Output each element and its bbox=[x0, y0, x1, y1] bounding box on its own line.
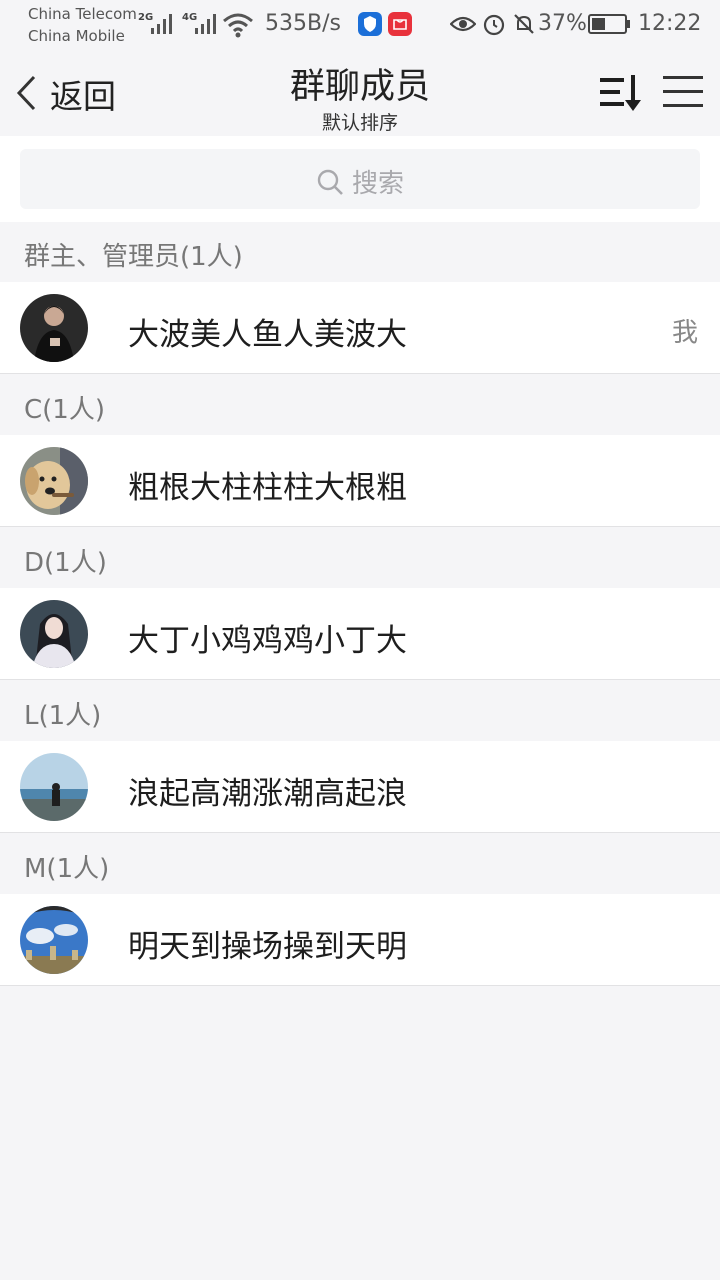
section-label: 群主、管理员(1人) bbox=[24, 242, 243, 272]
carrier-2: China Mobile bbox=[28, 27, 125, 45]
alarm-icon bbox=[483, 14, 505, 36]
avatar bbox=[20, 753, 88, 821]
member-name: 粗根大柱柱柱大根粗 bbox=[128, 470, 407, 506]
search-placeholder: 搜索 bbox=[351, 169, 404, 199]
avatar bbox=[20, 294, 88, 362]
section-header-c: C(1人) bbox=[0, 375, 720, 435]
search-icon bbox=[317, 169, 343, 195]
battery-percent: 37% bbox=[538, 11, 587, 36]
wifi-icon bbox=[223, 13, 253, 38]
store-app-icon bbox=[388, 12, 412, 36]
section-header-admin: 群主、管理员(1人) bbox=[0, 222, 720, 282]
member-name: 大丁小鸡鸡鸡小丁大 bbox=[128, 623, 407, 659]
search-placeholder-wrap: 搜索 bbox=[20, 163, 700, 200]
section-label: M(1人) bbox=[24, 854, 110, 884]
section-label: D(1人) bbox=[24, 548, 107, 578]
member-row[interactable]: 明天到操场操到天明 bbox=[0, 894, 720, 986]
carrier-1: China Telecom bbox=[28, 5, 137, 23]
self-tag: 我 bbox=[671, 318, 698, 348]
member-row[interactable]: 大波美人鱼人美波大 我 bbox=[0, 282, 720, 374]
member-name: 明天到操场操到天明 bbox=[128, 929, 407, 965]
search-area: 搜索 bbox=[0, 136, 720, 222]
menu-icon[interactable] bbox=[662, 72, 704, 110]
avatar bbox=[20, 906, 88, 974]
status-bar: China Telecom China Mobile 2G 4G 535B/s … bbox=[0, 0, 720, 50]
security-app-icon bbox=[358, 12, 382, 36]
signal-icon bbox=[151, 14, 172, 34]
network-speed: 535B/s bbox=[265, 11, 341, 36]
clock: 12:22 bbox=[638, 11, 702, 36]
section-label: L(1人) bbox=[24, 701, 102, 731]
member-row[interactable]: 大丁小鸡鸡鸡小丁大 bbox=[0, 588, 720, 680]
section-header-d: D(1人) bbox=[0, 528, 720, 588]
section-header-l: L(1人) bbox=[0, 681, 720, 741]
nav-header: 返回 群聊成员 默认排序 bbox=[0, 50, 720, 136]
eye-icon bbox=[450, 16, 476, 32]
member-name: 浪起高潮涨潮高起浪 bbox=[128, 776, 407, 812]
mute-notification-icon bbox=[514, 14, 534, 34]
avatar bbox=[20, 600, 88, 668]
section-header-m: M(1人) bbox=[0, 834, 720, 894]
search-input[interactable]: 搜索 bbox=[20, 149, 700, 209]
member-row[interactable]: 粗根大柱柱柱大根粗 bbox=[0, 435, 720, 527]
sort-icon[interactable] bbox=[598, 72, 646, 114]
battery-icon bbox=[588, 14, 630, 34]
avatar bbox=[20, 447, 88, 515]
member-name: 大波美人鱼人美波大 bbox=[128, 317, 407, 353]
signal-icon-2 bbox=[195, 14, 216, 34]
member-row[interactable]: 浪起高潮涨潮高起浪 bbox=[0, 741, 720, 833]
section-label: C(1人) bbox=[24, 395, 105, 425]
